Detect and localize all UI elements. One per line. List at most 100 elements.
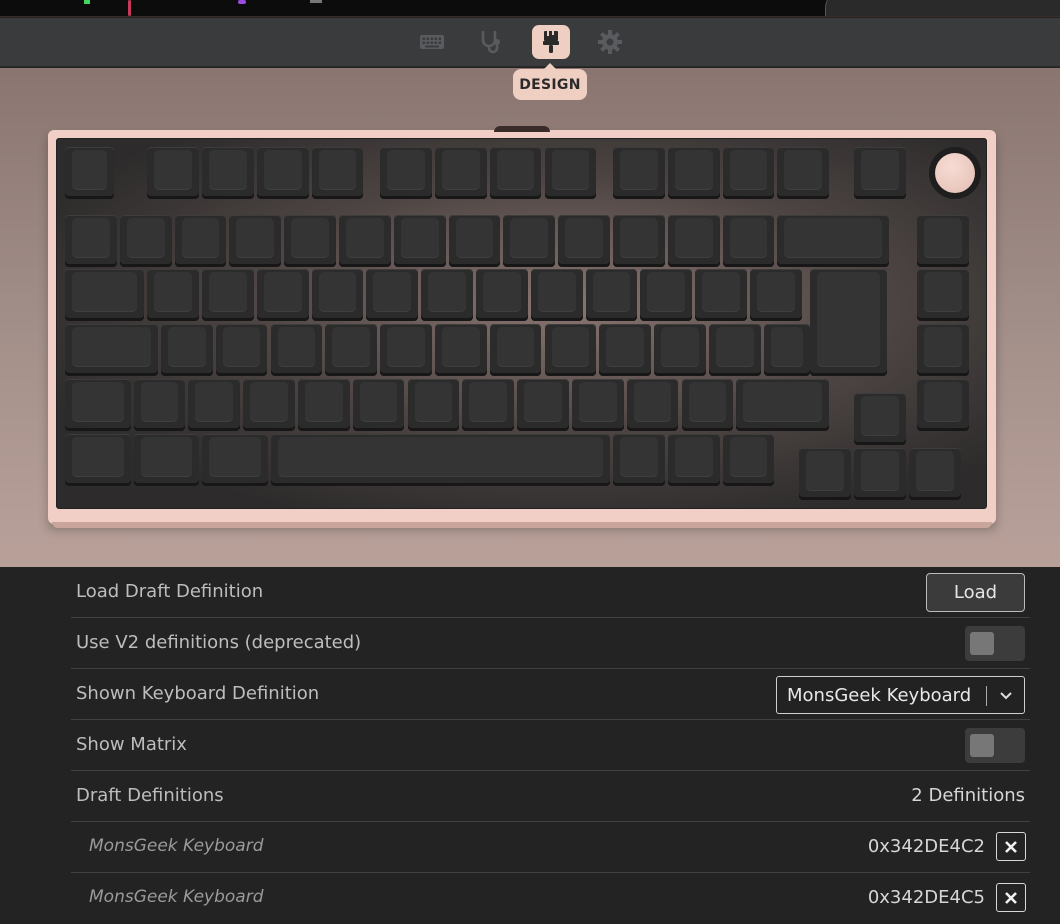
tab-configure[interactable] bbox=[413, 25, 451, 59]
delete-definition-button[interactable] bbox=[996, 832, 1026, 861]
definition-id: 0x342DE4C2 bbox=[867, 836, 985, 857]
keycap bbox=[667, 215, 720, 267]
definition-name: MonsGeek Keyboard bbox=[89, 887, 264, 907]
keycap bbox=[421, 269, 473, 321]
keycap bbox=[202, 434, 268, 486]
keycap bbox=[215, 324, 268, 376]
keycap bbox=[613, 215, 665, 267]
keycap bbox=[571, 379, 624, 431]
keycap bbox=[503, 215, 556, 267]
keycap bbox=[613, 434, 665, 486]
keycap bbox=[854, 448, 906, 500]
keycap bbox=[695, 269, 747, 321]
keycap bbox=[256, 147, 309, 199]
keycap bbox=[297, 379, 350, 431]
keycap bbox=[654, 324, 706, 376]
keycap bbox=[667, 434, 720, 486]
window-top-strip bbox=[0, 0, 1060, 17]
status-glow bbox=[310, 0, 322, 3]
keycap bbox=[65, 434, 131, 486]
keycap bbox=[917, 324, 969, 376]
keycap bbox=[917, 379, 969, 431]
keycap bbox=[681, 379, 734, 431]
definition-item: MonsGeek Keyboard 0x342DE4C2 bbox=[71, 822, 1030, 873]
keycap bbox=[530, 269, 583, 321]
select-separator bbox=[986, 686, 987, 706]
gear-icon bbox=[598, 30, 622, 54]
definition-item: MonsGeek Keyboard 0x342DE4C5 bbox=[71, 873, 1030, 924]
keycap bbox=[640, 269, 693, 321]
keycap bbox=[585, 269, 638, 321]
close-icon bbox=[1005, 840, 1017, 853]
chevron-down-icon bbox=[1000, 692, 1012, 700]
keycap bbox=[908, 448, 961, 500]
keyboard-case bbox=[48, 126, 996, 528]
keycap bbox=[243, 379, 295, 431]
keycap bbox=[434, 147, 487, 199]
paintbrush-icon bbox=[543, 31, 559, 53]
definition-name: MonsGeek Keyboard bbox=[89, 836, 264, 856]
keycap bbox=[722, 147, 775, 199]
tab-tooltip: DESIGN bbox=[513, 63, 587, 100]
load-draft-label: Load Draft Definition bbox=[76, 581, 264, 602]
keycap bbox=[763, 324, 810, 376]
keycap bbox=[147, 269, 199, 321]
keycap bbox=[777, 147, 830, 199]
keycap bbox=[810, 269, 887, 376]
keyboard-definition-select[interactable]: MonsGeek Keyboard bbox=[776, 676, 1025, 714]
keycap bbox=[750, 269, 802, 321]
use-v2-row: Use V2 definitions (deprecated) bbox=[71, 618, 1030, 669]
keycap bbox=[917, 215, 969, 267]
keycap bbox=[270, 434, 610, 486]
keyboard-plate bbox=[56, 138, 987, 509]
keycap bbox=[448, 215, 501, 267]
status-glow bbox=[84, 0, 90, 4]
shown-definition-row: Shown Keyboard Definition MonsGeek Keybo… bbox=[71, 669, 1030, 720]
keycap bbox=[736, 379, 830, 431]
load-button[interactable]: Load bbox=[926, 573, 1025, 612]
nav-bar bbox=[0, 18, 1060, 67]
keycap bbox=[544, 147, 597, 199]
load-draft-row: Load Draft Definition Load bbox=[71, 567, 1030, 618]
keycap bbox=[917, 269, 969, 321]
settings-panel: Load Draft Definition Load Use V2 defini… bbox=[0, 567, 1060, 919]
draft-definitions-label: Draft Definitions bbox=[76, 785, 224, 806]
status-glow bbox=[128, 0, 131, 16]
keycap bbox=[311, 269, 364, 321]
keycap bbox=[708, 324, 761, 376]
delete-definition-button[interactable] bbox=[996, 883, 1026, 912]
keycap bbox=[270, 324, 323, 376]
keycap bbox=[366, 269, 419, 321]
keycap bbox=[202, 269, 254, 321]
status-glow bbox=[238, 0, 246, 4]
keycap bbox=[133, 434, 199, 486]
selected-definition: MonsGeek Keyboard bbox=[787, 685, 972, 706]
keycap bbox=[489, 324, 542, 376]
keycap bbox=[147, 147, 199, 199]
keycap bbox=[256, 269, 309, 321]
keycap bbox=[284, 215, 336, 267]
keycap bbox=[311, 147, 364, 199]
draft-definitions-row: Draft Definitions 2 Definitions bbox=[71, 771, 1030, 822]
use-v2-toggle[interactable] bbox=[965, 626, 1025, 661]
keyboard-notch bbox=[494, 126, 550, 132]
keycap bbox=[476, 269, 528, 321]
tab-design[interactable] bbox=[532, 25, 570, 59]
shown-definition-label: Shown Keyboard Definition bbox=[76, 683, 320, 704]
keycap bbox=[160, 324, 213, 376]
keycap bbox=[599, 324, 652, 376]
tab-settings[interactable] bbox=[591, 25, 629, 59]
rotary-knob[interactable] bbox=[929, 147, 981, 199]
keycap bbox=[613, 147, 665, 199]
keyboard-preview bbox=[0, 68, 1060, 567]
keycap bbox=[352, 379, 405, 431]
header-decoration bbox=[825, 0, 1060, 16]
keycap bbox=[119, 215, 172, 267]
tab-test[interactable] bbox=[472, 25, 510, 59]
draft-definitions-count: 2 Definitions bbox=[911, 785, 1025, 806]
keycap bbox=[777, 215, 890, 267]
show-matrix-toggle[interactable] bbox=[965, 728, 1025, 763]
keycap bbox=[174, 215, 227, 267]
keycap bbox=[65, 269, 145, 321]
keyboard-icon bbox=[420, 35, 444, 49]
